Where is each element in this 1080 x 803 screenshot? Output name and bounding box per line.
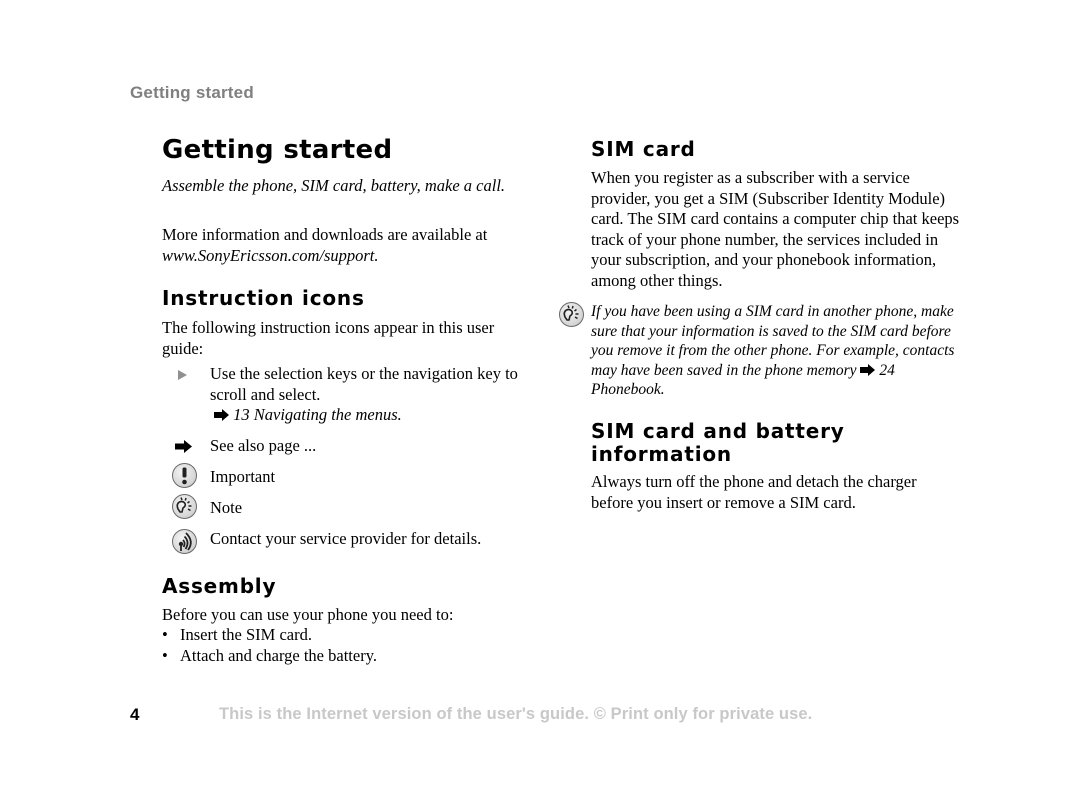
instruction-icons-intro: The following instruction icons appear i… xyxy=(162,318,495,358)
triangle-right-icon xyxy=(178,370,187,380)
more-info-prefix: More information and downloads are avail… xyxy=(162,225,488,244)
bullet: • xyxy=(162,625,168,644)
running-head: Getting started xyxy=(130,83,254,102)
instruction-item-note: Note xyxy=(210,498,243,517)
instruction-item-important: Important xyxy=(210,467,276,486)
sim-card-heading: SIM card xyxy=(591,137,696,161)
see-also-arrow-icon xyxy=(214,409,229,421)
assembly-intro: Before you can use your phone you need t… xyxy=(162,605,454,624)
see-also-arrow-icon xyxy=(860,363,876,376)
assembly-heading: Assembly xyxy=(162,574,277,598)
sim-card-note-text: If you have been using a SIM card in ano… xyxy=(591,303,955,379)
instruction-item-reference[interactable]: 13 Navigating the menus. xyxy=(210,405,540,426)
sim-card-body: When you register as a subscriber with a… xyxy=(591,168,960,290)
instruction-item-see-also: See also page ... xyxy=(210,436,317,455)
assembly-list: • Insert the SIM card. • Attach and charge… xyxy=(162,625,522,666)
important-icon xyxy=(172,463,197,488)
more-info-text: More information and downloads are avail… xyxy=(162,224,512,266)
reference-text: 13 Navigating the menus. xyxy=(233,405,402,424)
support-link[interactable]: www.SonyEricsson.com/support. xyxy=(162,246,379,265)
page-number: 4 xyxy=(130,705,140,724)
operator-icon xyxy=(172,529,197,554)
instruction-icons-heading: Instruction icons xyxy=(162,286,365,310)
instruction-item-text: Use the selection keys or the navigation… xyxy=(210,364,518,404)
assembly-list-item: • Insert the SIM card. xyxy=(162,625,312,644)
see-also-arrow-icon xyxy=(175,440,192,453)
intro-text: Assemble the phone, SIM card, battery, m… xyxy=(162,176,506,195)
page-title: Getting started xyxy=(162,135,393,165)
sim-battery-heading: SIM card and battery information xyxy=(591,419,845,466)
sim-card-note: If you have been using a SIM card in ano… xyxy=(591,302,961,400)
note-icon xyxy=(559,302,584,327)
instruction-item-operator: Contact your service provider for detail… xyxy=(210,529,482,548)
note-icon xyxy=(172,494,197,519)
instruction-item-navigation: Use the selection keys or the navigation… xyxy=(210,364,540,426)
bullet: • xyxy=(162,645,168,665)
assembly-list-item: • Attach and charge the battery. xyxy=(162,645,377,665)
sim-battery-body: Always turn off the phone and detach the… xyxy=(591,472,917,512)
footer-notice: This is the Internet version of the user… xyxy=(219,705,813,723)
